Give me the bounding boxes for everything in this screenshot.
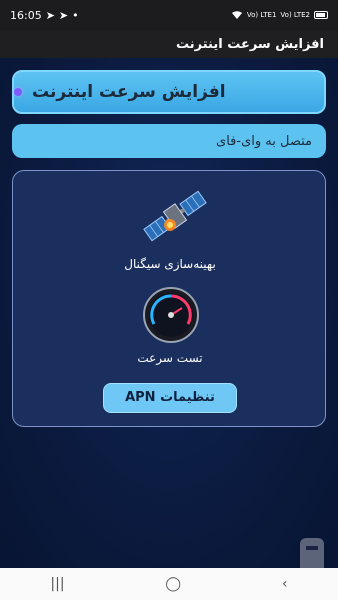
satellite-icon[interactable] [140, 185, 210, 247]
tools-panel: بهینه‌سازی سیگنال تست سرعت تنظیمات APN [12, 170, 326, 427]
signal-label-2: Vo) LTE2 [280, 11, 310, 19]
wifi-status-text: متصل به وای-فای [216, 133, 312, 149]
wifi-icon [231, 11, 242, 19]
header-title: افزایش سرعت اینترنت [32, 82, 226, 102]
telegram-icon-2: ➤ [58, 8, 69, 22]
purple-dot-icon [14, 88, 22, 96]
signal-optimize-label[interactable]: بهینه‌سازی سیگنال [13, 257, 327, 271]
header-title-wrap: افزایش سرعت اینترنت [14, 82, 226, 102]
back-button[interactable]: ‹ [282, 576, 288, 592]
dot-icon: • [72, 8, 79, 22]
battery-icon [314, 11, 328, 19]
signal-label-1: Vo) LTE1 [246, 11, 277, 19]
status-bar: 16:05 ➤ ➤ • Vo) LTE1 Vo) LTE2 [0, 0, 338, 30]
recent-apps-button[interactable]: ||| [50, 576, 64, 592]
main-content: افزایش سرعت اینترنت متصل به وای-فای بهین… [0, 58, 338, 588]
system-nav-bar: ||| ◯ ‹ [0, 568, 338, 600]
status-right: Vo) LTE1 Vo) LTE2 [231, 10, 328, 20]
home-button[interactable]: ◯ [165, 576, 181, 592]
status-time: 16:05 [10, 8, 42, 22]
telegram-icon: ➤ [45, 8, 55, 22]
wifi-status-card: متصل به وای-فای [12, 124, 326, 158]
app-bar-title: افزایش سرعت اینترنت [175, 36, 324, 52]
speed-test-label[interactable]: تست سرعت [13, 351, 327, 365]
apn-settings-button[interactable]: تنظیمات APN [103, 383, 237, 413]
header-card: افزایش سرعت اینترنت [12, 70, 326, 114]
app-bar: افزایش سرعت اینترنت [0, 30, 338, 58]
speedometer-icon[interactable] [142, 286, 200, 344]
status-left: 16:05 ➤ ➤ • [10, 9, 79, 22]
